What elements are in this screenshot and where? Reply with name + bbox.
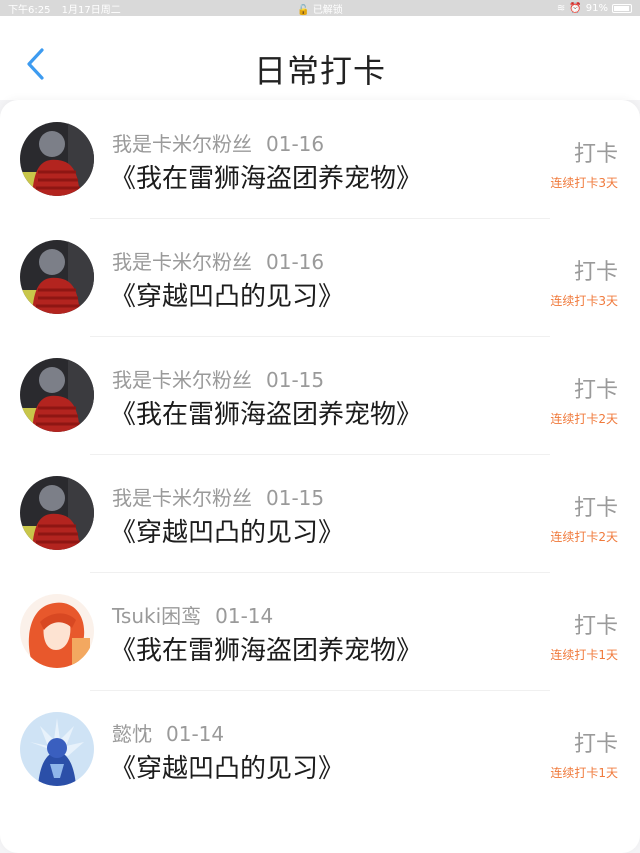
avatar[interactable] [20,476,94,550]
checkin-label: 打卡 [573,378,618,403]
lock-icon: 🔓 [297,4,310,16]
entry-meta: 我是卡米尔粉丝 01-16 [112,246,324,275]
avatar[interactable] [20,358,94,432]
status-date: 1月17日周二 [61,4,121,16]
battery-percent: 91% [585,2,608,14]
entry-meta: 懿忱 01-14 [112,718,224,747]
streak-text: 连续打卡3天 [550,176,618,190]
avatar[interactable] [20,594,94,668]
alarm-icon: ⏰ [569,2,582,14]
checkin-label: 打卡 [573,260,618,285]
streak-text: 连续打卡1天 [550,766,618,780]
checkin-status: 打卡 连续打卡2天 [550,372,618,427]
entry-meta: Tsuki困鸾 01-14 [112,600,273,629]
checkin-label: 打卡 [573,614,618,639]
entry-date: 01-15 [266,486,325,510]
checkin-status: 打卡 连续打卡2天 [550,490,618,545]
status-unlocked: 已解锁 [312,4,343,16]
list-item[interactable]: 懿忱 01-14 《穿越凹凸的见习》 打卡 连续打卡1天 [0,690,640,808]
list-item[interactable]: 我是卡米尔粉丝 01-15 《穿越凹凸的见习》 打卡 连续打卡2天 [0,454,640,572]
entry-meta: 我是卡米尔粉丝 01-15 [112,364,324,393]
streak-text: 连续打卡3天 [550,294,618,308]
header: 日常打卡 [0,16,640,100]
checkin-status: 打卡 连续打卡1天 [550,608,618,663]
book-title[interactable]: 《我在雷狮海盗团养宠物》 [110,158,422,195]
status-bar: 下午6:25 1月17日周二 🔓 已解锁 ≋ ⏰ 91% [0,0,640,16]
status-time: 下午6:25 [8,4,51,16]
entry-date: 01-14 [166,722,225,746]
status-left: 下午6:25 1月17日周二 [8,1,129,16]
checkin-list: 我是卡米尔粉丝 01-16 《我在雷狮海盗团养宠物》 打卡 连续打卡3天 我是卡米… [0,100,640,853]
book-title[interactable]: 《我在雷狮海盗团养宠物》 [110,630,422,667]
entry-meta: 我是卡米尔粉丝 01-15 [112,482,324,511]
streak-text: 连续打卡1天 [550,648,618,662]
streak-text: 连续打卡2天 [550,530,618,544]
streak-text: 连续打卡2天 [550,412,618,426]
book-title[interactable]: 《穿越凹凸的见习》 [110,748,344,785]
avatar[interactable] [20,240,94,314]
avatar[interactable] [20,122,94,196]
entry-date: 01-15 [266,368,325,392]
checkin-label: 打卡 [573,732,618,757]
status-right: ≋ ⏰ 91% [557,3,632,14]
list-item[interactable]: 我是卡米尔粉丝 01-16 《我在雷狮海盗团养宠物》 打卡 连续打卡3天 [0,100,640,218]
list-item[interactable]: 我是卡米尔粉丝 01-16 《穿越凹凸的见习》 打卡 连续打卡3天 [0,218,640,336]
checkin-status: 打卡 连续打卡3天 [550,136,618,191]
username[interactable]: 懿忱 [112,722,152,746]
avatar[interactable] [20,712,94,786]
username[interactable]: Tsuki困鸾 [112,604,201,628]
entry-date: 01-16 [266,250,325,274]
entry-meta: 我是卡米尔粉丝 01-16 [112,128,324,157]
username[interactable]: 我是卡米尔粉丝 [112,486,252,510]
book-title[interactable]: 《穿越凹凸的见习》 [110,276,344,313]
wifi-icon: ≋ [556,2,566,14]
page-title: 日常打卡 [253,52,386,90]
list-item[interactable]: Tsuki困鸾 01-14 《我在雷狮海盗团养宠物》 打卡 连续打卡1天 [0,572,640,690]
entry-date: 01-14 [215,604,274,628]
battery-icon [612,3,632,13]
entry-date: 01-16 [266,132,325,156]
checkin-status: 打卡 连续打卡1天 [550,726,618,781]
username[interactable]: 我是卡米尔粉丝 [112,368,252,392]
checkin-label: 打卡 [573,496,618,521]
username[interactable]: 我是卡米尔粉丝 [112,250,252,274]
list-item[interactable]: 我是卡米尔粉丝 01-15 《我在雷狮海盗团养宠物》 打卡 连续打卡2天 [0,336,640,454]
checkin-status: 打卡 连续打卡3天 [550,254,618,309]
book-title[interactable]: 《我在雷狮海盗团养宠物》 [110,394,422,431]
book-title[interactable]: 《穿越凹凸的见习》 [110,512,344,549]
username[interactable]: 我是卡米尔粉丝 [112,132,252,156]
checkin-label: 打卡 [573,142,618,167]
